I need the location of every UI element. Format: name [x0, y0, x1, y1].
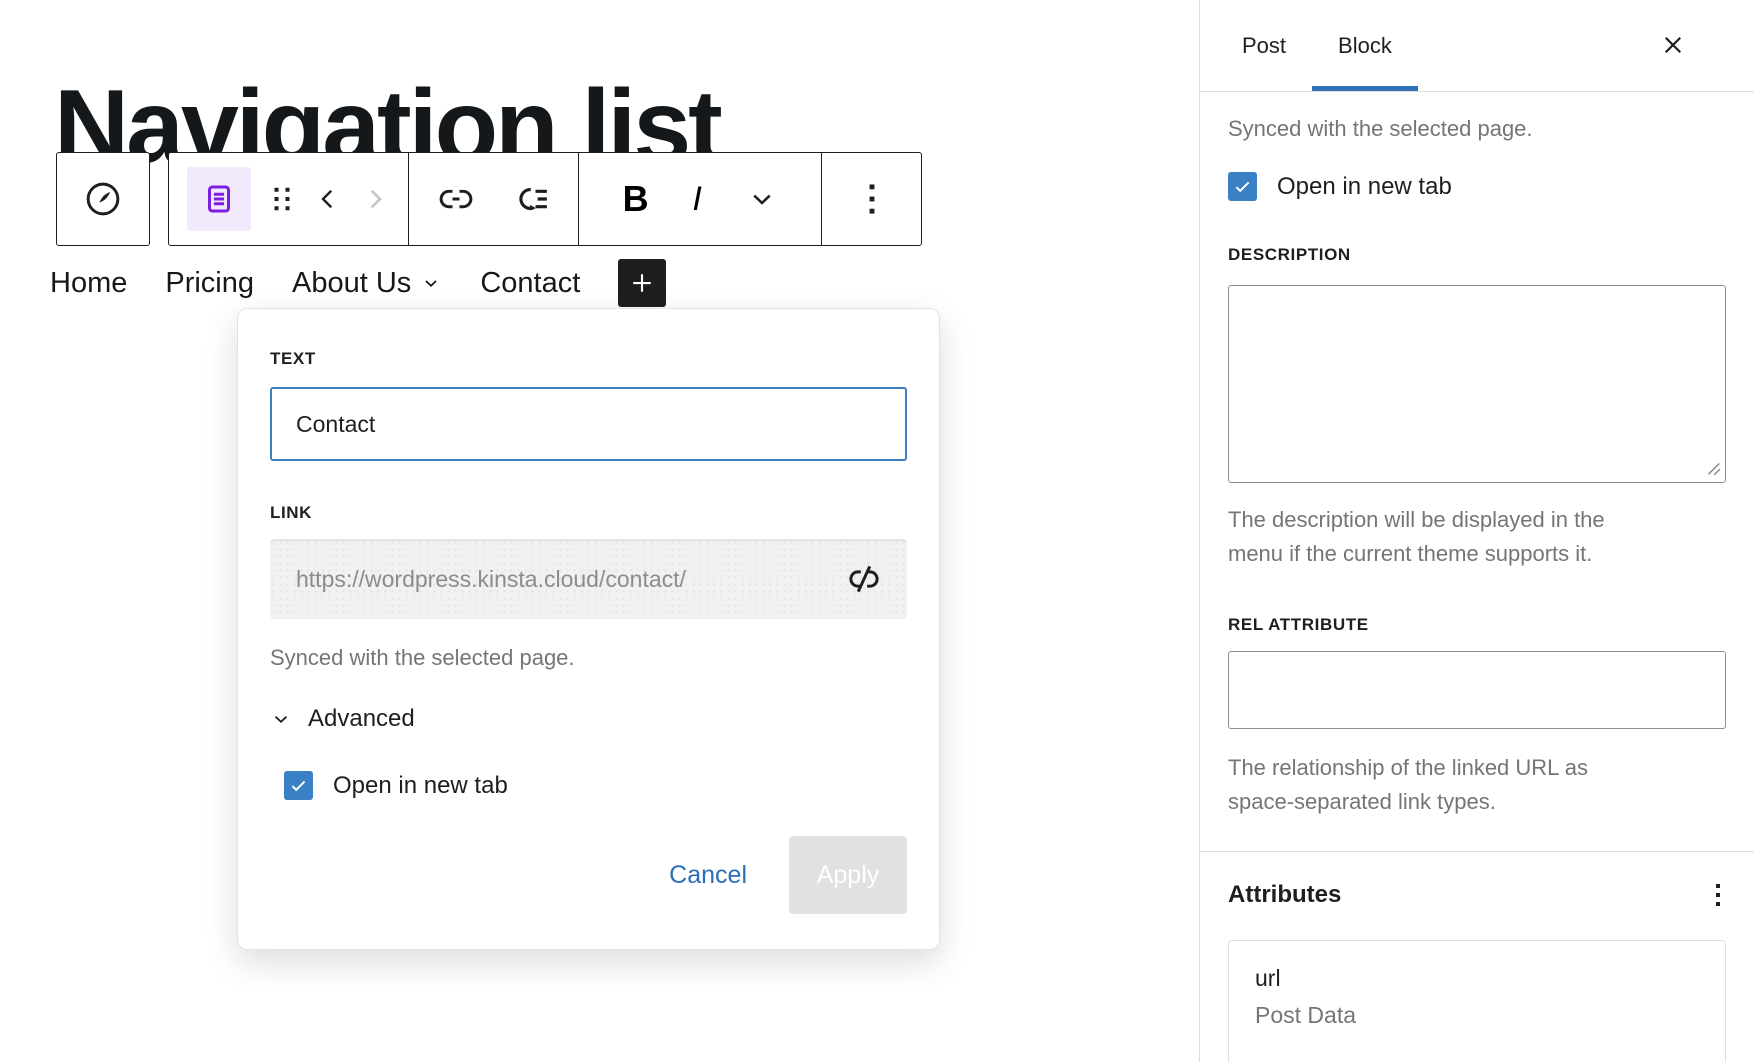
link-field-label: LINK — [270, 503, 907, 523]
options-button[interactable] — [867, 182, 877, 216]
add-submenu-button[interactable] — [511, 178, 553, 220]
description-textarea[interactable] — [1228, 285, 1726, 483]
text-field-label: TEXT — [270, 349, 316, 368]
italic-icon: I — [692, 182, 701, 216]
link-text-input[interactable] — [270, 387, 907, 461]
bold-icon: B — [623, 181, 649, 217]
drag-handle-icon — [269, 184, 295, 214]
link-url-value: https://wordpress.kinsta.cloud/contact/ — [296, 566, 843, 593]
toolbar-group-block — [169, 153, 408, 245]
drag-handle[interactable] — [269, 184, 295, 214]
nav-item-label: Home — [50, 267, 127, 300]
nav-item-pricing[interactable]: Pricing — [165, 267, 254, 300]
gutenberg-editor: Navigation list — [0, 0, 1754, 1062]
sidebar-header: Post Block — [1200, 0, 1754, 92]
attributes-header: Attributes — [1228, 878, 1726, 912]
vertical-ellipsis-icon — [867, 182, 877, 216]
advanced-label: Advanced — [308, 705, 415, 733]
more-formats-button[interactable] — [746, 183, 778, 215]
navigation-block-button[interactable] — [81, 177, 125, 221]
page-link-block-button[interactable] — [187, 167, 251, 231]
attributes-title: Attributes — [1228, 881, 1341, 909]
nav-item-contact[interactable]: Contact — [480, 267, 580, 300]
attribute-source: Post Data — [1255, 1002, 1699, 1029]
nav-item-label: Pricing — [165, 267, 254, 300]
tab-post[interactable]: Post — [1216, 0, 1312, 91]
bold-button[interactable]: B — [623, 181, 649, 217]
add-submenu-icon — [511, 178, 553, 220]
description-field-wrap — [1228, 285, 1726, 483]
checkmark-icon — [1232, 176, 1253, 197]
compass-icon — [81, 177, 125, 221]
apply-button[interactable]: Apply — [789, 836, 907, 914]
cancel-button[interactable]: Cancel — [669, 861, 747, 890]
synced-note: Synced with the selected page. — [270, 645, 907, 671]
checkmark-icon — [288, 775, 309, 796]
attributes-menu-button[interactable] — [1710, 878, 1726, 912]
open-new-tab-label: Open in new tab — [1277, 173, 1452, 201]
attribute-name: url — [1255, 965, 1699, 992]
open-new-tab-label: Open in new tab — [333, 772, 508, 800]
move-left-button[interactable] — [313, 184, 343, 214]
open-new-tab-option[interactable]: Open in new tab — [284, 771, 907, 800]
checkbox-checked[interactable] — [284, 771, 313, 800]
description-label: DESCRIPTION — [1228, 245, 1726, 265]
link-icon — [435, 178, 477, 220]
toolbar-group-link — [408, 153, 578, 245]
section-divider — [1200, 851, 1754, 852]
page-link-icon — [200, 180, 238, 218]
nav-item-label: About Us — [292, 267, 411, 300]
rel-attribute-label: REL ATTRIBUTE — [1228, 615, 1726, 635]
vertical-ellipsis-icon — [1716, 884, 1720, 888]
chevron-right-icon — [360, 184, 390, 214]
link-button[interactable] — [435, 178, 477, 220]
nav-item-about-us[interactable]: About Us — [292, 267, 442, 300]
close-sidebar-button[interactable] — [1658, 30, 1688, 60]
move-right-button[interactable] — [360, 184, 390, 214]
link-off-icon — [843, 558, 885, 600]
settings-sidebar: Post Block Synced with the selected page… — [1199, 0, 1754, 1062]
link-url-field[interactable]: https://wordpress.kinsta.cloud/contact/ — [270, 539, 907, 619]
advanced-toggle[interactable]: Advanced — [270, 705, 907, 733]
attribute-item-card[interactable]: url Post Data — [1228, 940, 1726, 1062]
synced-note: Synced with the selected page. — [1228, 116, 1726, 142]
popover-actions: Cancel Apply — [270, 836, 907, 914]
submenu-chevron-down-icon — [420, 272, 442, 294]
sidebar-tabs: Post Block — [1216, 0, 1418, 91]
checkbox-checked[interactable] — [1228, 172, 1257, 201]
italic-button[interactable]: I — [692, 182, 701, 216]
link-settings-popover: TEXT LINK https://wordpress.kinsta.cloud… — [237, 308, 940, 950]
open-new-tab-option[interactable]: Open in new tab — [1228, 172, 1726, 201]
tab-block[interactable]: Block — [1312, 0, 1418, 91]
nav-item-label: Contact — [480, 267, 580, 300]
block-toolbar: B I — [168, 152, 922, 246]
rel-help: The relationship of the linked URL as sp… — [1228, 751, 1726, 819]
nav-item-home[interactable]: Home — [50, 267, 127, 300]
sidebar-content: Synced with the selected page. Open in n… — [1200, 116, 1754, 1062]
close-icon — [1658, 30, 1688, 60]
add-block-button[interactable] — [618, 259, 666, 307]
toolbar-group-formatting: B I — [578, 153, 821, 245]
toolbar-group-options — [821, 153, 921, 245]
description-help: The description will be displayed in the… — [1228, 503, 1726, 571]
navigation-menu: Home Pricing About Us Contact — [50, 258, 666, 308]
chevron-left-icon — [313, 184, 343, 214]
chevron-down-icon — [746, 183, 778, 215]
chevron-down-icon — [270, 708, 292, 730]
rel-attribute-input[interactable] — [1228, 651, 1726, 729]
plus-icon — [627, 268, 657, 298]
block-toolbar-parent-group — [56, 152, 150, 246]
unlink-button[interactable] — [843, 558, 885, 600]
